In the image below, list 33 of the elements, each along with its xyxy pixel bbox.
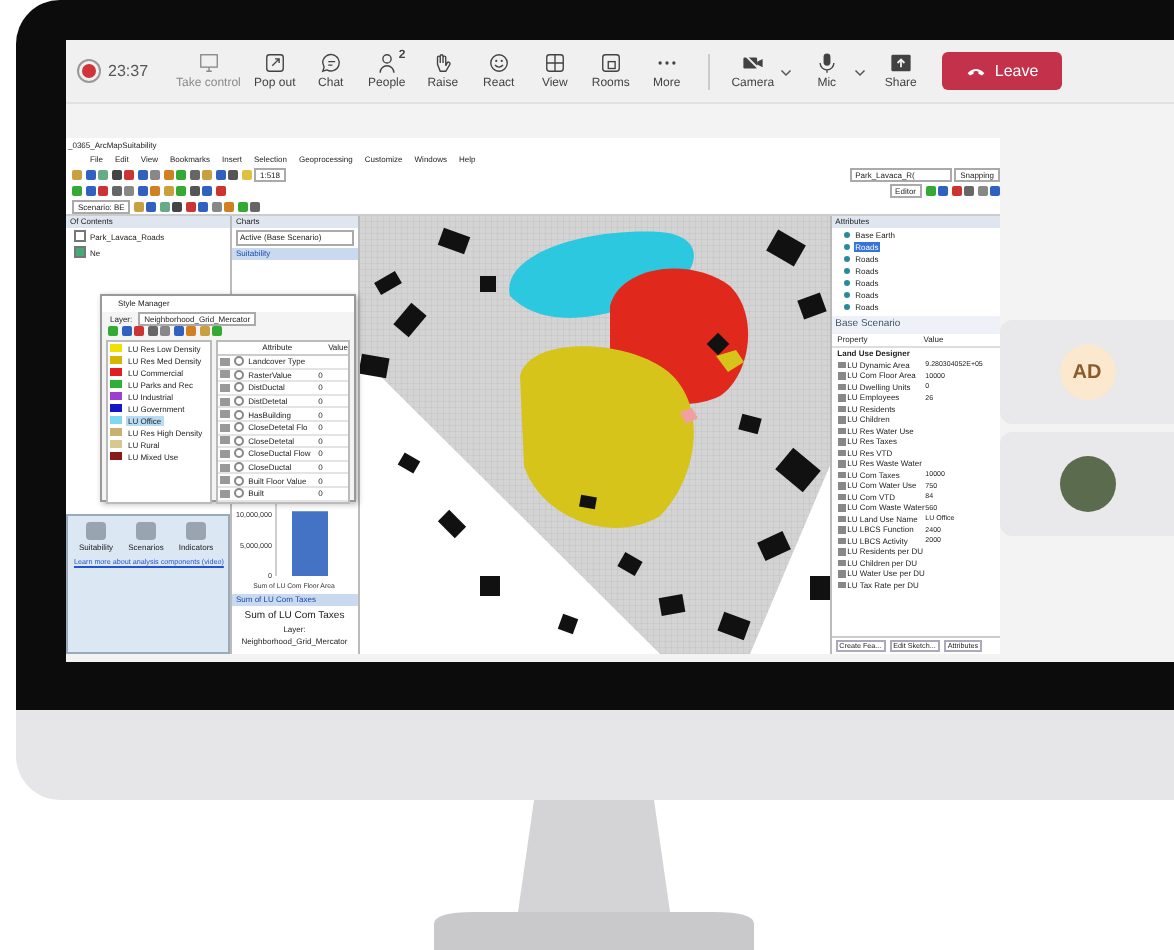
radio-button[interactable] bbox=[234, 435, 245, 446]
layer-checkbox[interactable] bbox=[74, 230, 86, 242]
radio-button[interactable] bbox=[234, 422, 245, 433]
caret-icon[interactable] bbox=[780, 65, 793, 77]
chart-bar bbox=[292, 511, 329, 576]
radio-button[interactable] bbox=[234, 409, 245, 420]
camera-off-icon bbox=[741, 52, 764, 74]
smiley-icon bbox=[487, 52, 510, 74]
radio-button[interactable] bbox=[234, 369, 245, 380]
participant-avatar: AD bbox=[1059, 344, 1115, 400]
radio-button[interactable] bbox=[234, 448, 245, 459]
chat-bubble-icon bbox=[319, 52, 342, 74]
radio-button[interactable] bbox=[234, 462, 245, 473]
grid-icon bbox=[543, 52, 566, 74]
land-use-area bbox=[715, 350, 744, 372]
people-icon bbox=[375, 52, 398, 74]
popout-icon bbox=[263, 52, 286, 74]
microphone-icon bbox=[815, 52, 838, 74]
radio-button[interactable] bbox=[234, 488, 245, 499]
radio-button[interactable] bbox=[234, 475, 245, 486]
leave-button[interactable]: Leave bbox=[942, 52, 1063, 90]
avatar-placeholder bbox=[1059, 456, 1115, 512]
monitor-icon bbox=[197, 52, 220, 74]
radio-button[interactable] bbox=[234, 382, 245, 393]
share-icon bbox=[889, 52, 912, 74]
radio-button[interactable] bbox=[234, 396, 245, 407]
radio-button[interactable] bbox=[234, 356, 245, 367]
hand-icon bbox=[431, 52, 454, 74]
recording-icon bbox=[82, 64, 96, 78]
layer-checkbox[interactable] bbox=[74, 246, 86, 258]
caret-icon[interactable] bbox=[854, 65, 867, 77]
phone-icon bbox=[966, 65, 987, 77]
meeting-time: 23:37 bbox=[108, 62, 149, 80]
